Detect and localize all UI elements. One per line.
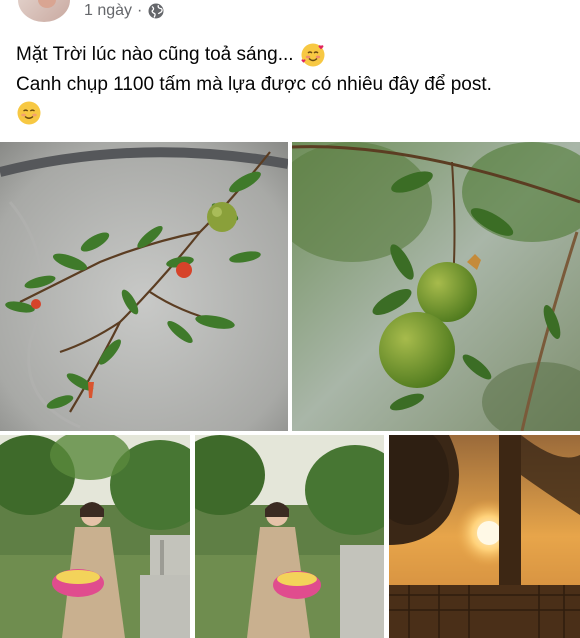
post-meta: 1 ngày · [84, 2, 164, 20]
post-text-line-2: Canh chụp 1100 tấm mà lựa được có nhiêu … [16, 74, 492, 95]
photo-sunset-garden[interactable] [389, 435, 580, 638]
avatar[interactable] [18, 0, 70, 22]
photo-pomegranate-blossom-branch[interactable] [0, 142, 288, 431]
smiling-face-with-hearts-icon [300, 42, 326, 68]
photo-woman-holding-basket-2[interactable] [195, 435, 384, 638]
post-text-line-1: Mặt Trời lúc nào cũng toả sáng... [16, 44, 294, 65]
post-message-line-1: Mặt Trời lúc nào cũng toả sáng... [16, 40, 492, 70]
photo-green-pomegranate-fruits[interactable] [292, 142, 580, 431]
post-message-line-2: Canh chụp 1100 tấm mà lựa được có nhiêu … [16, 70, 492, 100]
post-message-line-3 [16, 100, 492, 126]
post-time[interactable]: 1 ngày [84, 2, 132, 20]
post-message: Mặt Trời lúc nào cũng toả sáng... Canh c… [16, 40, 492, 126]
meta-separator: · [137, 2, 143, 19]
photo-grid [0, 142, 580, 638]
photo-woman-holding-basket-1[interactable] [0, 435, 190, 638]
smiling-face-icon [16, 100, 42, 126]
globe-icon[interactable] [148, 3, 164, 19]
post-header: 1 ngày · [0, 0, 580, 30]
